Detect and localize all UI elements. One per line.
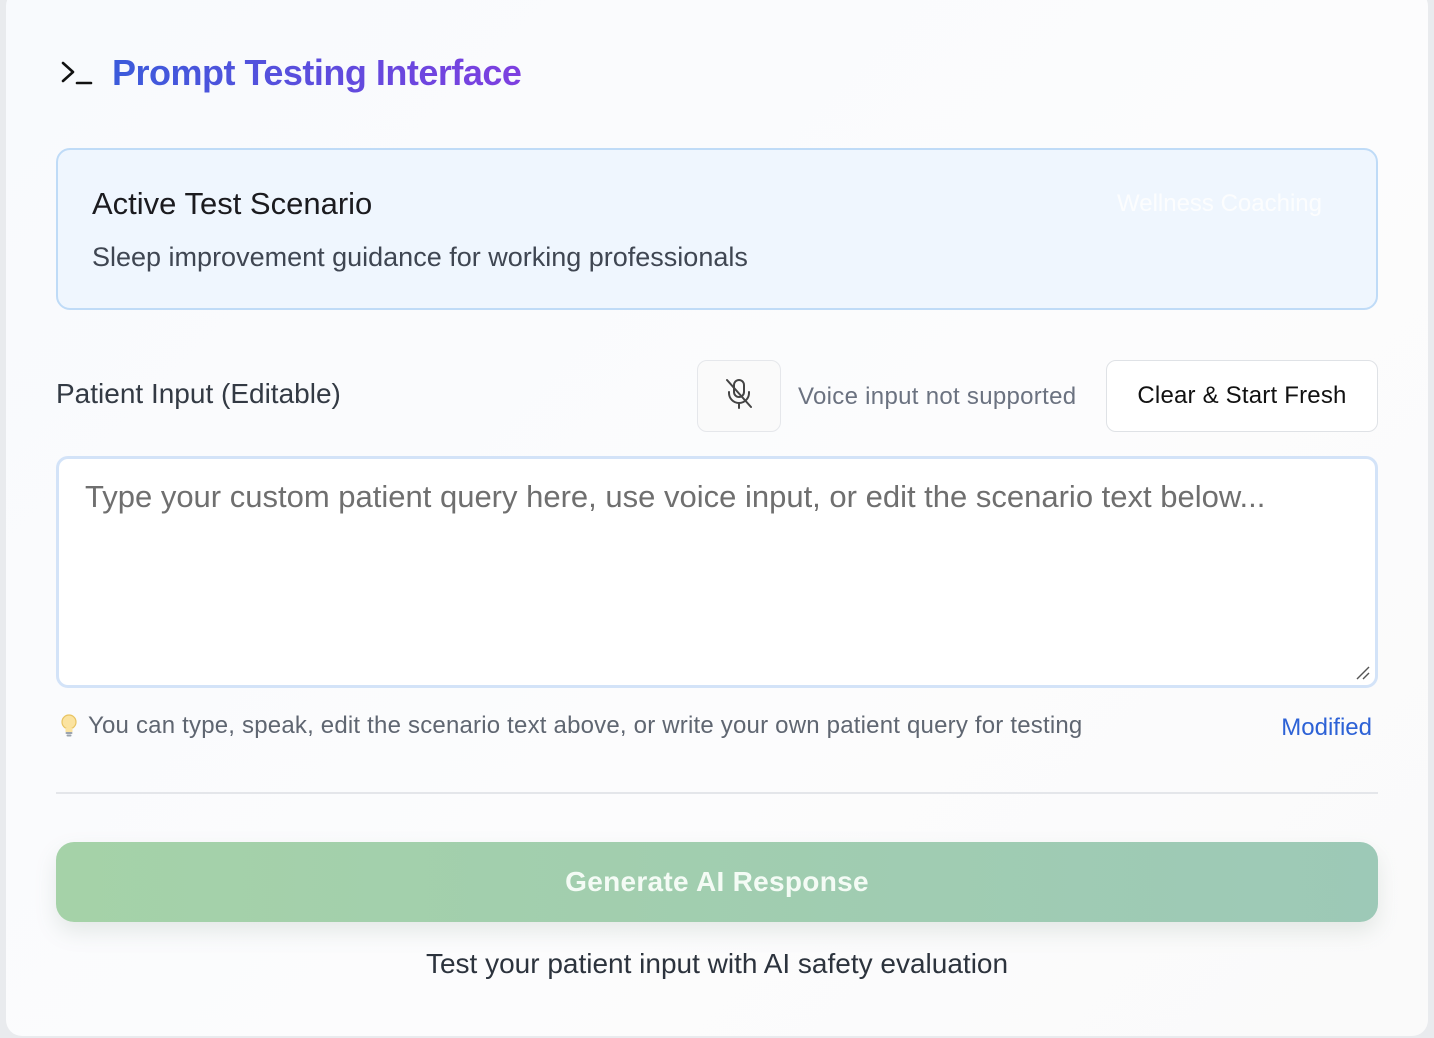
- scenario-category-badge: Wellness Coaching: [1117, 190, 1322, 217]
- hint-text: You can type, speak, edit the scenario t…: [88, 712, 1083, 739]
- patient-input-label: Patient Input (Editable): [56, 378, 341, 409]
- divider: [56, 792, 1378, 794]
- scenario-heading: Active Test Scenario: [92, 186, 373, 221]
- input-hint: You can type, speak, edit the scenario t…: [58, 712, 1082, 740]
- modified-status: Modified: [1281, 714, 1372, 741]
- voice-input-button[interactable]: [697, 360, 781, 432]
- prompt-testing-card: Prompt Testing Interface Active Test Sce…: [6, 0, 1428, 1036]
- generate-note: Test your patient input with AI safety e…: [425, 948, 1009, 979]
- active-scenario-panel: Active Test Scenario Wellness Coaching S…: [56, 148, 1378, 310]
- mic-off-icon: [724, 377, 754, 416]
- resize-handle-icon[interactable]: [1355, 665, 1371, 681]
- patient-query-input[interactable]: [59, 459, 1375, 685]
- generate-ai-response-button[interactable]: Generate AI Response: [56, 842, 1378, 922]
- terminal-icon: [60, 58, 94, 88]
- page-title: Prompt Testing Interface: [112, 52, 522, 93]
- scenario-description: Sleep improvement guidance for working p…: [92, 242, 748, 272]
- header: Prompt Testing Interface: [60, 50, 522, 96]
- voice-status-text: Voice input not supported: [798, 383, 1077, 410]
- patient-query-box: [56, 456, 1378, 688]
- lightbulb-icon: [58, 713, 80, 739]
- clear-start-fresh-button[interactable]: Clear & Start Fresh: [1106, 360, 1378, 432]
